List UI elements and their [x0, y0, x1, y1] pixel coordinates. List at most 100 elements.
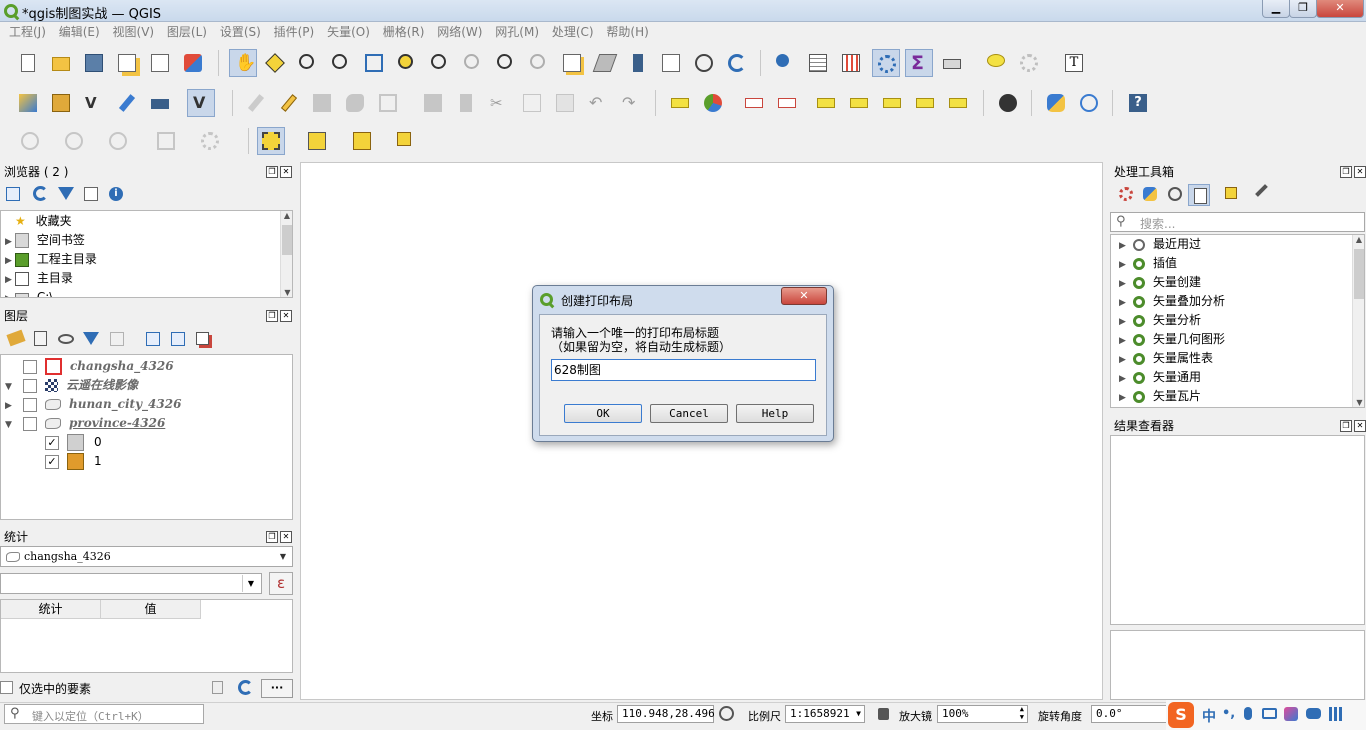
results-viewer-toggle[interactable]: [1188, 184, 1210, 206]
models-gear-icon[interactable]: [1119, 187, 1133, 201]
toolbox-grid-icon[interactable]: [1329, 707, 1343, 721]
column-header-value[interactable]: 值: [101, 600, 201, 619]
browser-item-project-home[interactable]: ▶ 工程主目录: [5, 250, 97, 269]
open-attribute-table-button[interactable]: [806, 51, 830, 75]
panel-float-icon[interactable]: ❐: [266, 310, 278, 322]
menu-view[interactable]: 视图(V): [113, 22, 155, 42]
new-print-layout-button[interactable]: [115, 51, 139, 75]
panel-float-icon[interactable]: ❐: [1340, 166, 1352, 178]
toggle-editing-button[interactable]: [277, 91, 301, 115]
current-edits-button[interactable]: [244, 91, 268, 115]
temporal-controller-button[interactable]: [692, 51, 716, 75]
sogou-logo-icon[interactable]: S: [1168, 702, 1194, 728]
new-3d-map-button[interactable]: [592, 51, 618, 75]
layer-row[interactable]: ▼ 云遥在线影像: [5, 376, 138, 395]
legend-checkbox[interactable]: ✓: [45, 454, 59, 469]
microphone-icon[interactable]: [1244, 707, 1252, 720]
layer-visibility-checkbox[interactable]: [23, 416, 37, 431]
close-window-button[interactable]: ✕: [1316, 0, 1364, 18]
copy-stats-icon[interactable]: [212, 681, 223, 694]
toolbox-item-vector-geometry[interactable]: ▶ 矢量几何图形: [1119, 330, 1225, 349]
dialog-close-button[interactable]: ✕: [781, 287, 827, 305]
menu-edit[interactable]: 编辑(E): [59, 22, 100, 42]
layer-row[interactable]: ▶ hunan_city_4326: [5, 395, 181, 414]
toolbox-item-interpolation[interactable]: ▶ 插值: [1119, 254, 1177, 273]
menu-raster[interactable]: 栅格(R): [383, 22, 425, 42]
menu-layer[interactable]: 图层(L): [167, 22, 207, 42]
ime-punctuation-toggle[interactable]: •,: [1222, 706, 1235, 721]
zoom-native-button[interactable]: [461, 51, 485, 75]
browser-item-favorites[interactable]: ★ 收藏夹: [5, 212, 72, 231]
skin-icon[interactable]: [1284, 707, 1298, 721]
select-by-value-button[interactable]: [305, 129, 329, 153]
modify-attributes-button[interactable]: [421, 91, 445, 115]
remove-layer-icon[interactable]: [196, 332, 209, 345]
wrench-icon[interactable]: [1255, 184, 1275, 204]
locator-input[interactable]: ⚲ 键入以定位（Ctrl+K）: [4, 704, 204, 724]
statistical-summary-button[interactable]: Σ: [905, 49, 933, 77]
keyboard-icon[interactable]: [1262, 708, 1277, 719]
measure-button[interactable]: [940, 51, 964, 75]
select-features-button[interactable]: [257, 127, 285, 155]
layer-row[interactable]: changsha_4326: [5, 357, 174, 376]
legend-checkbox[interactable]: ✓: [45, 435, 59, 450]
layer-visibility-checkbox[interactable]: [23, 378, 37, 393]
label-toolbar-button[interactable]: [668, 91, 692, 115]
toolbox-scrollbar[interactable]: ▲ ▼: [1352, 235, 1364, 407]
select-location-button[interactable]: [394, 129, 418, 153]
redo-button[interactable]: ↷: [619, 91, 643, 115]
label-change-button[interactable]: [946, 91, 970, 115]
field-calculator-button[interactable]: [839, 51, 863, 75]
field-expression-combobox[interactable]: ▼: [0, 573, 262, 594]
zoom-out-button[interactable]: [329, 51, 353, 75]
label-rotate-button[interactable]: [913, 91, 937, 115]
pin-labels-button[interactable]: [742, 91, 766, 115]
copy-features-button[interactable]: [520, 91, 544, 115]
menu-project[interactable]: 工程(J): [9, 22, 46, 42]
toolbox-item-vector-tiles[interactable]: ▶ 矢量瓦片: [1119, 387, 1201, 406]
toolbox-item-vector-creation[interactable]: ▶ 矢量创建: [1119, 273, 1201, 292]
open-project-button[interactable]: [49, 51, 73, 75]
filter-icon[interactable]: [58, 187, 74, 200]
style-brush-icon[interactable]: [6, 329, 26, 347]
text-annotation-button[interactable]: T: [1062, 51, 1086, 75]
info-icon[interactable]: i: [109, 187, 123, 201]
help-dialog-button[interactable]: Help: [736, 404, 814, 423]
decorations-button[interactable]: [1017, 51, 1041, 75]
edit-features-in-place-icon[interactable]: [1225, 187, 1237, 199]
eye-visibility-icon[interactable]: [58, 334, 74, 344]
panel-close-icon[interactable]: ✕: [280, 310, 292, 322]
panel-close-icon[interactable]: ✕: [280, 531, 292, 543]
python-console-button[interactable]: [1044, 91, 1068, 115]
save-project-button[interactable]: [82, 51, 106, 75]
label-pin-button[interactable]: [880, 91, 904, 115]
toolbox-search-input[interactable]: ⚲ 搜索...: [1110, 212, 1365, 232]
refresh-stats-icon[interactable]: [238, 680, 253, 695]
gamepad-icon[interactable]: [1306, 708, 1321, 719]
save-edits-button[interactable]: [310, 91, 334, 115]
toggle-extents-icon[interactable]: [719, 706, 734, 721]
zoom-full-button[interactable]: [362, 51, 386, 75]
browser-scrollbar[interactable]: ▲ ▼: [280, 211, 292, 297]
layer-select-combobox[interactable]: changsha_4326 ▼: [0, 546, 293, 567]
add-ring-button[interactable]: [18, 129, 42, 153]
add-selected-layers-icon[interactable]: [6, 187, 20, 201]
maximize-button[interactable]: ❐: [1289, 0, 1317, 18]
highlight-labels-button[interactable]: [775, 91, 799, 115]
panel-close-icon[interactable]: ✕: [1354, 166, 1366, 178]
panel-float-icon[interactable]: ❐: [266, 166, 278, 178]
expression-builder-button[interactable]: ε: [269, 572, 293, 595]
cut-features-button[interactable]: ✂: [487, 91, 511, 115]
virtual-layer-button[interactable]: [148, 91, 172, 115]
scale-combobox[interactable]: 1:1658921 ▼: [785, 705, 865, 723]
zoom-last-button[interactable]: [494, 51, 518, 75]
filter-legend-icon[interactable]: [83, 332, 99, 345]
panel-close-icon[interactable]: ✕: [280, 166, 292, 178]
layer-visibility-checkbox[interactable]: [23, 397, 37, 412]
map-tips-button[interactable]: [984, 51, 1008, 75]
add-polygon-button[interactable]: [343, 91, 367, 115]
menu-plugins[interactable]: 插件(P): [274, 22, 315, 42]
ok-button[interactable]: OK: [564, 404, 642, 423]
undo-button[interactable]: ↶: [586, 91, 610, 115]
layout-title-input[interactable]: 628制图: [551, 359, 816, 381]
